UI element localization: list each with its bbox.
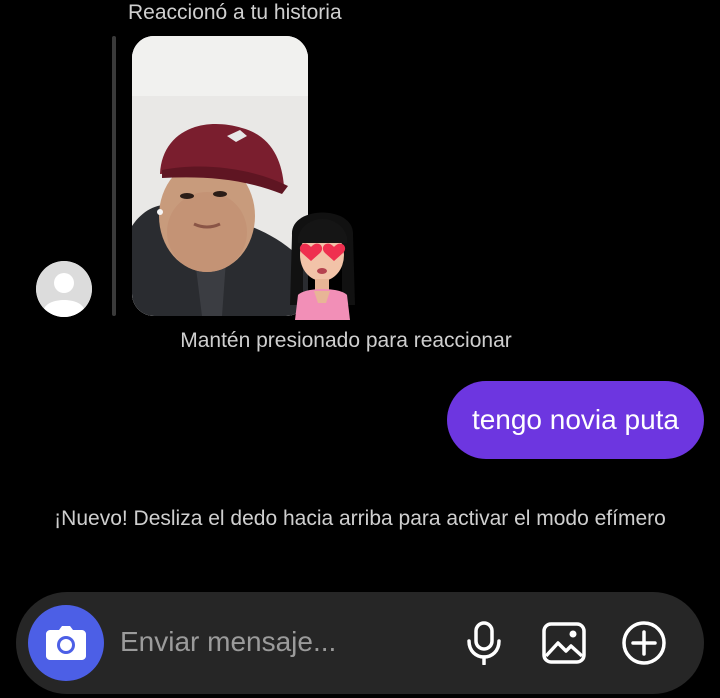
- message-input[interactable]: [120, 622, 420, 662]
- camera-icon: [46, 626, 86, 660]
- vanish-mode-notice: ¡Nuevo! Desliza el dedo hacia arriba par…: [54, 507, 666, 530]
- image-icon: [542, 622, 586, 664]
- gallery-button[interactable]: [540, 619, 588, 667]
- microphone-icon: [467, 621, 501, 665]
- more-options-button[interactable]: [620, 619, 668, 667]
- default-avatar-icon: [36, 261, 92, 317]
- reaction-hint: Mantén presionado para reaccionar: [180, 329, 512, 352]
- message-text: tengo novia puta: [471, 404, 679, 435]
- plus-circle-icon: [622, 621, 666, 665]
- heart-eyes-avatar-sticker: [290, 212, 355, 320]
- message-bubble-outgoing[interactable]: tengo novia puta: [446, 381, 704, 459]
- reaction-sticker: [280, 195, 365, 320]
- voice-message-button[interactable]: [460, 619, 508, 667]
- message-composer: [16, 592, 704, 694]
- camera-button[interactable]: [28, 605, 104, 681]
- story-reply-line: [112, 36, 116, 316]
- sender-avatar[interactable]: [36, 261, 92, 317]
- story-caption: Reaccionó a tu historia: [128, 1, 342, 24]
